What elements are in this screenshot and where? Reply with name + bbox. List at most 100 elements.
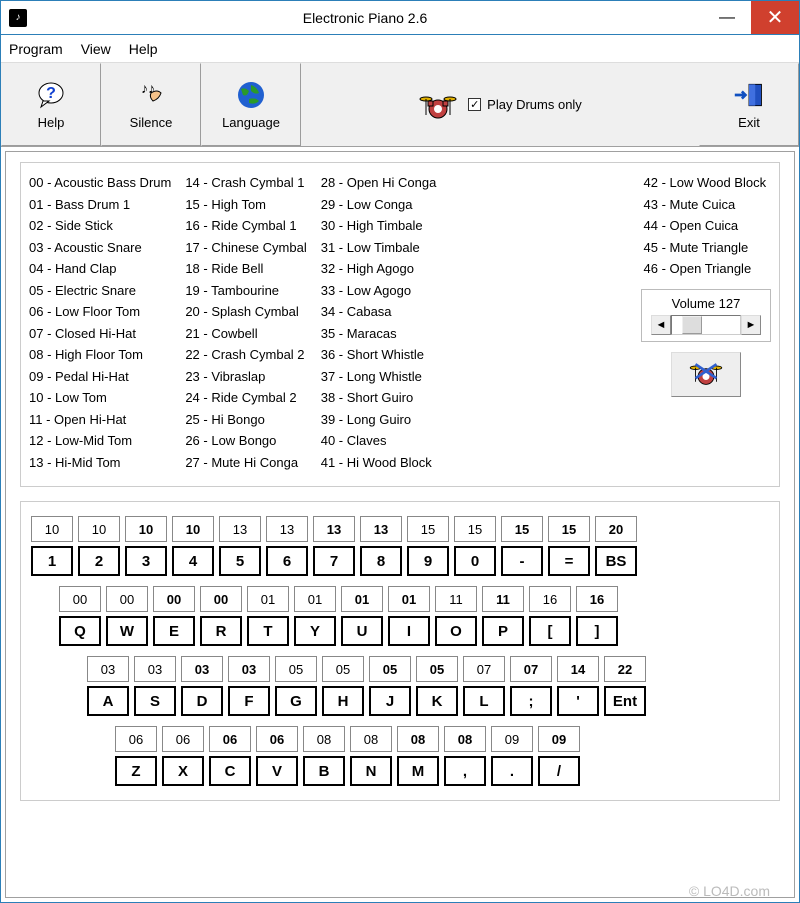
key-label: Z	[115, 756, 157, 786]
watermark: © LO4D.com	[689, 883, 770, 899]
keyboard-key[interactable]: 00W	[106, 586, 148, 646]
play-drums-checkbox[interactable]: ✓ Play Drums only	[468, 97, 582, 112]
content: 00 - Acoustic Bass Drum01 - Bass Drum 10…	[5, 151, 795, 898]
key-label: =	[548, 546, 590, 576]
volume-slider[interactable]: ◄ ►	[651, 315, 761, 335]
keyboard-key[interactable]: 07L	[463, 656, 505, 716]
keyboard-key[interactable]: 06V	[256, 726, 298, 786]
key-number: 15	[501, 516, 543, 542]
drum-item: 01 - Bass Drum 1	[29, 195, 171, 215]
keyboard-key[interactable]: 08B	[303, 726, 345, 786]
key-number: 01	[341, 586, 383, 612]
keyboard-key[interactable]: 06Z	[115, 726, 157, 786]
keyboard-key[interactable]: 102	[78, 516, 120, 576]
window-controls: — ✕	[703, 1, 799, 34]
exit-button[interactable]: Exit	[699, 63, 799, 146]
language-button[interactable]: Language	[201, 63, 301, 146]
keyboard-key[interactable]: 08N	[350, 726, 392, 786]
drum-item: 00 - Acoustic Bass Drum	[29, 173, 171, 193]
keyboard-key[interactable]: 150	[454, 516, 496, 576]
drums-button[interactable]	[671, 352, 741, 397]
drum-item: 35 - Maracas	[321, 324, 437, 344]
drum-item: 02 - Side Stick	[29, 216, 171, 236]
keyboard-key[interactable]: 11O	[435, 586, 477, 646]
key-label: X	[162, 756, 204, 786]
keyboard-key[interactable]: 14'	[557, 656, 599, 716]
drum-item: 06 - Low Floor Tom	[29, 302, 171, 322]
keyboard-key[interactable]: 08M	[397, 726, 439, 786]
silence-button[interactable]: ♪♪ Silence	[101, 63, 201, 146]
volume-left-button[interactable]: ◄	[651, 315, 671, 335]
key-number: 03	[134, 656, 176, 682]
close-button[interactable]: ✕	[751, 1, 799, 34]
drum-item: 29 - Low Conga	[321, 195, 437, 215]
titlebar: ♪ Electronic Piano 2.6 — ✕	[1, 1, 799, 35]
keyboard-key[interactable]: 03D	[181, 656, 223, 716]
key-number: 06	[256, 726, 298, 752]
keyboard-key[interactable]: 11P	[482, 586, 524, 646]
keyboard-key[interactable]: 05K	[416, 656, 458, 716]
keyboard-key[interactable]: 103	[125, 516, 167, 576]
keyboard-key[interactable]: 09/	[538, 726, 580, 786]
keyboard-key[interactable]: 135	[219, 516, 261, 576]
keyboard-key[interactable]: 01 I	[388, 586, 430, 646]
key-number: 13	[266, 516, 308, 542]
keyboard-key[interactable]: 01U	[341, 586, 383, 646]
keyboard-key[interactable]: 20BS	[595, 516, 637, 576]
keyboard-key[interactable]: 07;	[510, 656, 552, 716]
keyboard-key[interactable]: 05J	[369, 656, 411, 716]
drum-item: 28 - Open Hi Conga	[321, 173, 437, 193]
minimize-button[interactable]: —	[703, 1, 751, 34]
keyboard-key[interactable]: 15=	[548, 516, 590, 576]
drum-item: 44 - Open Cuica	[644, 216, 769, 236]
key-label: 0	[454, 546, 496, 576]
keyboard-key[interactable]: 01Y	[294, 586, 336, 646]
keyboard-key[interactable]: 136	[266, 516, 308, 576]
keyboard-key[interactable]: 15 -	[501, 516, 543, 576]
drum-item: 10 - Low Tom	[29, 388, 171, 408]
keyboard-key[interactable]: 104	[172, 516, 214, 576]
keyboard-key[interactable]: 00Q	[59, 586, 101, 646]
key-number: 00	[106, 586, 148, 612]
key-number: 22	[604, 656, 646, 682]
key-label: P	[482, 616, 524, 646]
keyboard-key[interactable]: 00E	[153, 586, 195, 646]
keyboard-key[interactable]: 16]	[576, 586, 618, 646]
keyboard-key[interactable]: 05H	[322, 656, 364, 716]
volume-right-button[interactable]: ►	[741, 315, 761, 335]
keyboard-key[interactable]: 05G	[275, 656, 317, 716]
keyboard-key[interactable]: 09.	[491, 726, 533, 786]
key-number: 09	[538, 726, 580, 752]
menu-view[interactable]: View	[81, 41, 111, 57]
keyboard-key[interactable]: 06X	[162, 726, 204, 786]
key-label: K	[416, 686, 458, 716]
key-label: G	[275, 686, 317, 716]
keyboard-key[interactable]: 138	[360, 516, 402, 576]
keyboard-key[interactable]: 101	[31, 516, 73, 576]
keyboard-key[interactable]: 06C	[209, 726, 251, 786]
volume-thumb[interactable]	[682, 316, 702, 334]
key-label: C	[209, 756, 251, 786]
key-label: 1	[31, 546, 73, 576]
keyboard-key[interactable]: 08,	[444, 726, 486, 786]
volume-track[interactable]	[671, 315, 741, 335]
keyboard-key[interactable]: 22Ent	[604, 656, 646, 716]
key-label: I	[388, 616, 430, 646]
menu-help[interactable]: Help	[129, 41, 158, 57]
menu-program[interactable]: Program	[9, 41, 63, 57]
keyboard-key[interactable]: 137	[313, 516, 355, 576]
keyboard-key[interactable]: 00R	[200, 586, 242, 646]
key-number: 01	[388, 586, 430, 612]
keyboard-key[interactable]: 01T	[247, 586, 289, 646]
keyboard-key[interactable]: 03S	[134, 656, 176, 716]
help-button[interactable]: ? Help	[1, 63, 101, 146]
key-label: -	[501, 546, 543, 576]
drum-item: 45 - Mute Triangle	[644, 238, 769, 258]
keyboard-key[interactable]: 159	[407, 516, 449, 576]
keyboard-key[interactable]: 03F	[228, 656, 270, 716]
key-number: 10	[31, 516, 73, 542]
keyboard-key[interactable]: 03A	[87, 656, 129, 716]
key-label: ;	[510, 686, 552, 716]
keyboard-key[interactable]: 16[	[529, 586, 571, 646]
drum-item: 33 - Low Agogo	[321, 281, 437, 301]
